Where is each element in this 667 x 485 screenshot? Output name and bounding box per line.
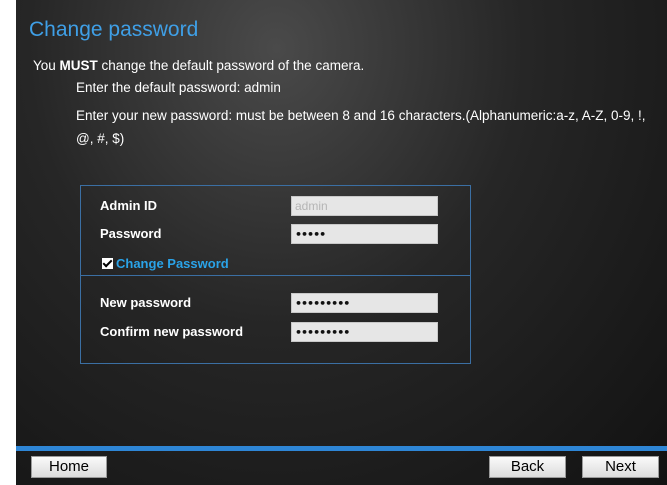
new-password-label: New password (100, 295, 192, 310)
confirm-password-label: Confirm new password (100, 324, 244, 339)
form-divider (81, 275, 470, 276)
password-field[interactable]: ••••• (291, 224, 438, 244)
confirm-password-field[interactable]: ••••••••• (291, 322, 438, 342)
change-password-label[interactable]: Change Password (116, 256, 229, 271)
back-button[interactable]: Back (489, 456, 566, 478)
new-password-field[interactable]: ••••••••• (291, 293, 438, 313)
main-panel: Change password You MUST change the defa… (16, 0, 667, 485)
intro-prefix: You (33, 58, 60, 73)
new-password-rules: Enter your new password: must be between… (76, 108, 646, 146)
footer-accent-bar (16, 446, 667, 451)
page-title: Change password (29, 18, 199, 41)
change-password-checkbox-row[interactable]: Change Password (102, 256, 229, 271)
intro-text: You MUST change the default password of … (33, 58, 364, 73)
admin-id-field[interactable]: admin (291, 196, 438, 216)
password-form: Admin ID admin Password ••••• Change Pas… (80, 185, 471, 364)
home-button[interactable]: Home (31, 456, 107, 478)
checkbox-checked-icon[interactable] (102, 258, 113, 269)
default-password-hint: Enter the default password: admin (76, 80, 281, 95)
password-label: Password (100, 226, 162, 241)
admin-id-label: Admin ID (100, 198, 158, 213)
intro-emphasis: MUST (59, 58, 98, 73)
next-button[interactable]: Next (582, 456, 659, 478)
intro-suffix: change the default password of the camer… (97, 58, 365, 73)
